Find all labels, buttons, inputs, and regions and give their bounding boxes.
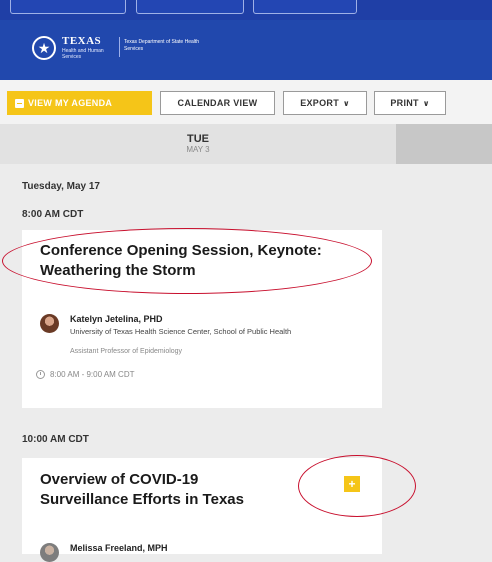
chevron-down-icon: ∨ bbox=[422, 98, 430, 108]
speaker-avatar bbox=[40, 314, 59, 333]
speaker-name[interactable]: Katelyn Jetelina, PHD bbox=[70, 314, 163, 324]
view-my-agenda-button[interactable]: VIEW MY AGENDA bbox=[7, 91, 152, 115]
calendar-view-button[interactable]: CALENDAR VIEW bbox=[160, 91, 275, 115]
print-dropdown-button[interactable]: PRINT ∨ bbox=[374, 91, 446, 115]
day-heading: Tuesday, May 17 bbox=[22, 181, 100, 192]
session-card[interactable]: Overview of COVID-19 Surveillance Effort… bbox=[22, 458, 382, 562]
top-nav-bar bbox=[0, 0, 492, 20]
clock-icon bbox=[36, 370, 45, 379]
speaker-avatar bbox=[40, 543, 59, 562]
session-title[interactable]: Conference Opening Session, Keynote: Wea… bbox=[40, 241, 330, 281]
top-nav-tab[interactable] bbox=[136, 0, 244, 14]
speaker-organization: University of Texas Health Science Cente… bbox=[70, 327, 292, 336]
speaker-name[interactable]: Melissa Freeland, MPH bbox=[70, 543, 168, 553]
session-time-row: 8:00 AM - 9:00 AM CDT bbox=[36, 370, 134, 379]
logo-subtitle: Health and Human Services bbox=[62, 48, 104, 60]
top-nav-tab[interactable] bbox=[10, 0, 126, 14]
site-header: ★ TEXAS Health and Human Services Texas … bbox=[0, 20, 492, 80]
tab-tuesday[interactable]: TUE MAY 3 bbox=[0, 124, 396, 164]
logo-wordmark: TEXAS bbox=[62, 35, 102, 47]
speaker-role: Assistant Professor of Epidemiology bbox=[70, 348, 183, 355]
logo-divider bbox=[119, 37, 120, 57]
time-slot-heading: 8:00 AM CDT bbox=[22, 209, 84, 220]
agenda-icon bbox=[15, 98, 24, 108]
day-tab-date: MAY 3 bbox=[186, 145, 210, 154]
texas-star-logo-icon: ★ bbox=[32, 36, 56, 60]
session-card[interactable]: Conference Opening Session, Keynote: Wea… bbox=[22, 230, 382, 408]
print-label: PRINT bbox=[390, 98, 419, 108]
view-my-agenda-label: VIEW MY AGENDA bbox=[28, 98, 113, 108]
top-nav-tab[interactable] bbox=[253, 0, 357, 14]
agenda-toolbar: VIEW MY AGENDA CALENDAR VIEW EXPORT ∨ PR… bbox=[0, 80, 492, 124]
day-tab-bar: TUE MAY 3 bbox=[0, 124, 492, 164]
chevron-down-icon: ∨ bbox=[343, 98, 350, 108]
export-dropdown-button[interactable]: EXPORT ∨ bbox=[283, 91, 367, 115]
day-tab-name: TUE bbox=[187, 133, 209, 145]
session-time-range: 8:00 AM - 9:00 AM CDT bbox=[50, 370, 135, 379]
calendar-view-label: CALENDAR VIEW bbox=[177, 98, 258, 108]
add-to-agenda-button[interactable]: + bbox=[344, 476, 360, 492]
export-label: EXPORT bbox=[300, 98, 339, 108]
logo-department: Texas Department of State Health Service… bbox=[124, 39, 200, 52]
time-slot-heading: 10:00 AM CDT bbox=[22, 434, 89, 445]
session-title[interactable]: Overview of COVID-19 Surveillance Effort… bbox=[40, 470, 270, 510]
